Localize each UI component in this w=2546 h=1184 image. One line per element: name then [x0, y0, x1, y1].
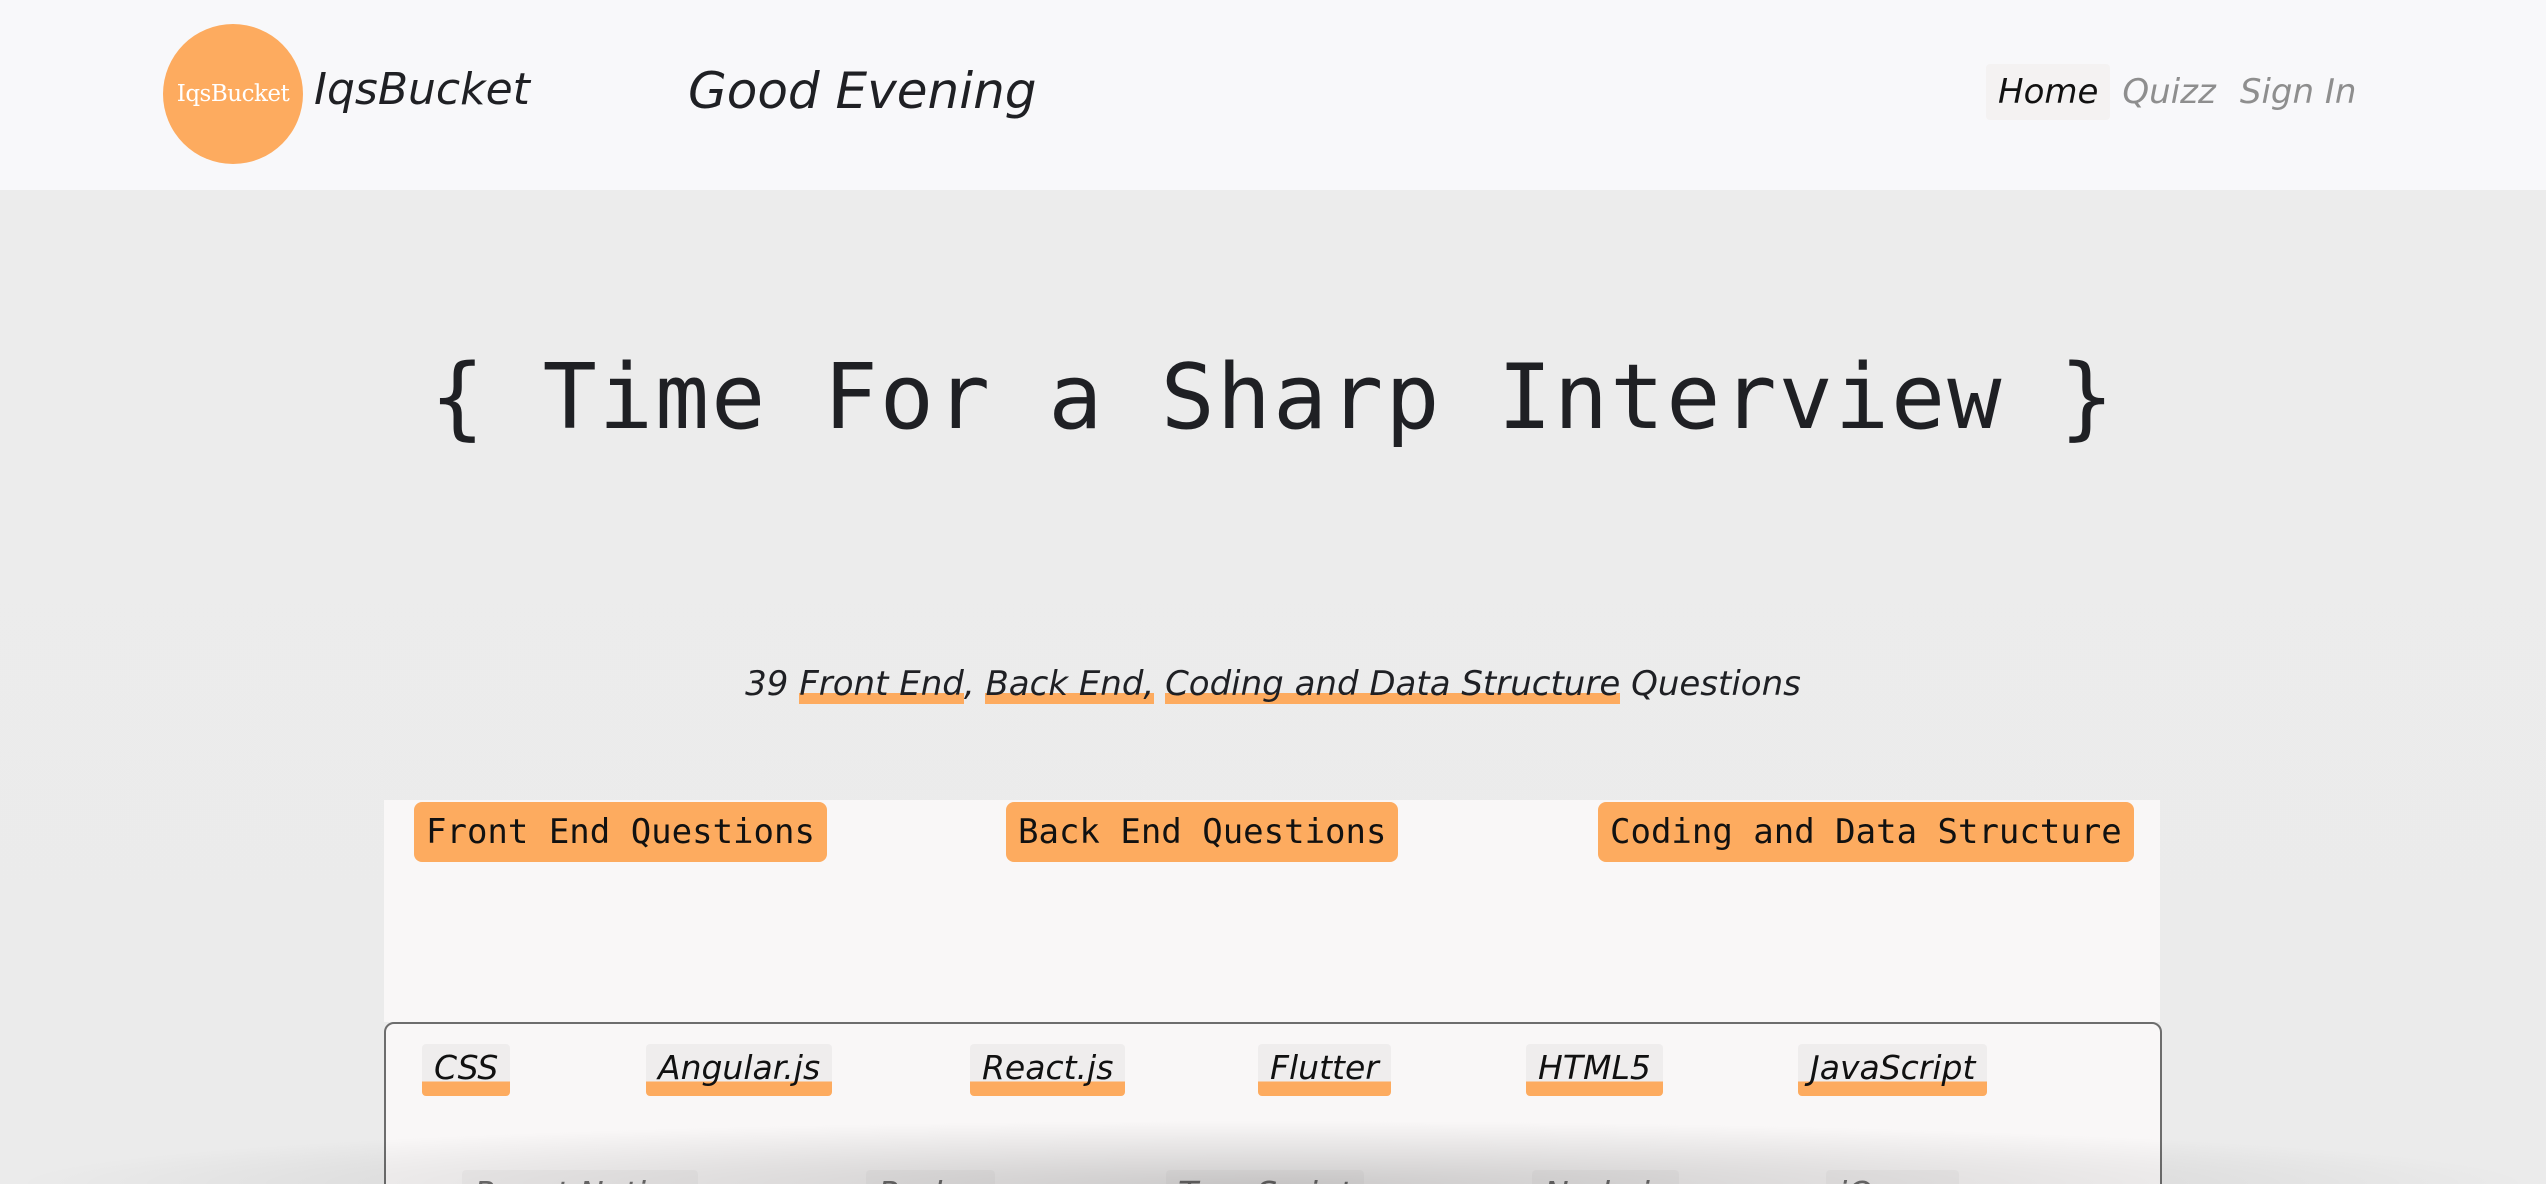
topic-javascript[interactable]: JavaScript [1798, 1044, 1988, 1096]
logo[interactable]: IqsBucket [163, 24, 303, 164]
topics-list: CSS Angular.js React.js Flutter HTML5 Ja… [384, 1022, 2162, 1184]
topic-typescript[interactable]: TypeScript [1166, 1170, 1364, 1184]
hero-subtitle: 39 Front End, Back End, Coding and Data … [0, 660, 2546, 708]
question-count: 39 [745, 664, 789, 704]
topic-angular[interactable]: Angular.js [646, 1044, 833, 1096]
topic-html5[interactable]: HTML5 [1526, 1044, 1663, 1096]
top-navbar: IqsBucket IqsBucket Good Evening Home Qu… [0, 0, 2546, 190]
subtitle-coding: Coding and Data Structure [1165, 664, 1621, 704]
page: IqsBucket IqsBucket Good Evening Home Qu… [0, 0, 2546, 1184]
subtitle-separator: , [963, 664, 975, 704]
topic-react-native[interactable]: React Native [462, 1170, 698, 1184]
subtitle-back-end: Back End, [985, 664, 1155, 704]
main-nav: Home Quizz Sign In [1986, 64, 2368, 120]
hero-title: { Time For a Sharp Interview } [0, 342, 2546, 454]
coding-data-structure-button[interactable]: Coding and Data Structure [1598, 802, 2134, 862]
topic-redux[interactable]: Redux [866, 1170, 995, 1184]
nav-quizz-link[interactable]: Quizz [2110, 64, 2227, 120]
brand-name[interactable]: IqsBucket [314, 62, 530, 118]
topic-jquery[interactable]: jQuery [1826, 1170, 1960, 1184]
back-end-questions-button[interactable]: Back End Questions [1006, 802, 1399, 862]
topic-node[interactable]: Node.js [1532, 1170, 1679, 1184]
front-end-questions-button[interactable]: Front End Questions [414, 802, 827, 862]
nav-home-link[interactable]: Home [1986, 64, 2111, 120]
category-panel: Front End Questions Back End Questions C… [384, 800, 2160, 1022]
hero-title-text: { Time For a Sharp Interview } [430, 345, 2116, 450]
topic-css[interactable]: CSS [422, 1044, 511, 1096]
topic-react[interactable]: React.js [970, 1044, 1126, 1096]
subtitle-front-end: Front End [799, 664, 964, 704]
topic-flutter[interactable]: Flutter [1258, 1044, 1391, 1096]
subtitle-suffix: Questions [1631, 664, 1801, 704]
greeting-text: Good Evening [688, 62, 1037, 120]
nav-sign-in-link[interactable]: Sign In [2228, 64, 2369, 120]
